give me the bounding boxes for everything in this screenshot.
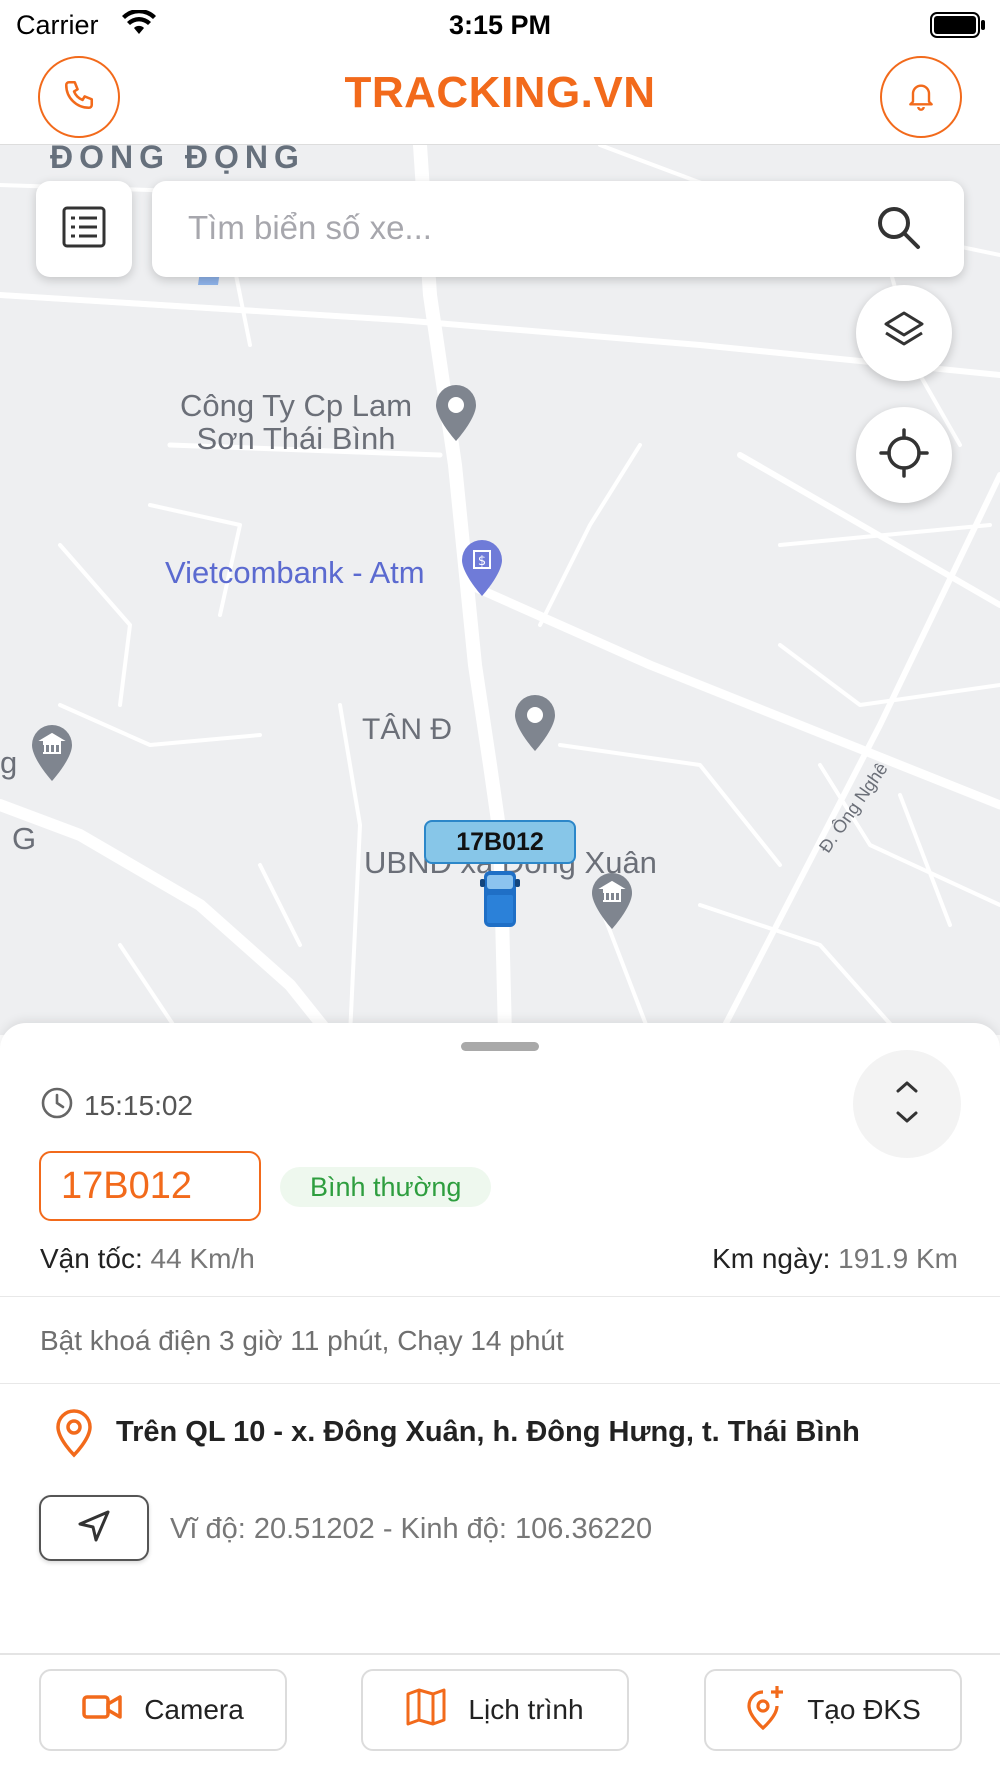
ignition-status: Bật khoá điện 3 giờ 11 phút, Chạy 14 phú…	[40, 1325, 564, 1356]
map-view[interactable]: ĐÔNG ĐỘNG LAM ĐIỀN TÂN Đ G g Công Ty Cp …	[0, 145, 1000, 1035]
truck-icon[interactable]	[478, 867, 522, 936]
camera-label: Camera	[144, 1694, 244, 1725]
km-label: Km ngày:	[712, 1243, 831, 1274]
my-location-button[interactable]	[856, 407, 952, 503]
bell-icon	[905, 78, 937, 117]
map-pin-icon[interactable]	[515, 695, 555, 756]
location-pin-icon	[54, 1408, 94, 1463]
search-icon[interactable]	[874, 203, 924, 258]
government-pin-icon[interactable]	[32, 725, 72, 786]
schedule-label: Lịch trình	[468, 1694, 584, 1725]
vehicle-detail-sheet: 15:15:02 17B012 Bình thường Vận tốc: 44 …	[0, 1023, 1000, 1653]
camera-button[interactable]: Camera	[39, 1669, 287, 1751]
map-area-label: g	[0, 745, 18, 780]
schedule-button[interactable]: Lịch trình	[361, 1669, 629, 1751]
vehicle-address: Trên QL 10 - x. Đông Xuân, h. Đông Hưng,…	[116, 1416, 860, 1448]
create-button[interactable]: Tạo ĐKS	[704, 1669, 962, 1751]
navigate-button[interactable]	[39, 1495, 149, 1561]
list-icon	[62, 206, 106, 253]
speed-info: Vận tốc: 44 Km/h	[40, 1243, 255, 1275]
navigation-arrow-icon	[76, 1508, 112, 1549]
map-icon	[406, 1688, 446, 1733]
app-title: TRACKING.VN	[344, 68, 656, 117]
add-location-icon	[745, 1684, 785, 1737]
map-area-label: TÂN Đ	[362, 713, 452, 746]
vehicle-marker-label[interactable]: 17B012	[424, 820, 576, 864]
divider	[0, 1383, 1000, 1384]
divider	[0, 1296, 1000, 1297]
clock-time: 3:15 PM	[448, 10, 552, 40]
status-badge: Bình thường	[280, 1167, 492, 1207]
clock-icon	[40, 1086, 74, 1125]
battery-icon	[930, 12, 986, 43]
speed-value: 44 Km/h	[150, 1243, 255, 1274]
video-camera-icon	[82, 1693, 122, 1728]
map-layers-button[interactable]	[856, 285, 952, 381]
create-label: Tạo ĐKS	[807, 1694, 921, 1725]
search-input[interactable]	[188, 203, 828, 253]
layers-icon	[882, 309, 926, 358]
expand-chevrons-icon	[894, 1079, 920, 1130]
map-pin-icon[interactable]	[436, 385, 476, 446]
government-pin-icon[interactable]	[592, 873, 632, 934]
svg-text:$: $	[478, 554, 486, 569]
notification-button[interactable]	[880, 56, 962, 138]
map-area-label: G	[12, 821, 37, 856]
expand-sheet-button[interactable]	[853, 1050, 961, 1158]
speed-label: Vận tốc:	[40, 1243, 143, 1274]
km-value: 191.9 Km	[838, 1243, 958, 1274]
update-time: 15:15:02	[84, 1089, 193, 1121]
crosshair-icon	[879, 427, 929, 483]
status-bar: Carrier 3:15 PM	[0, 0, 1000, 48]
poi-bank-label: Vietcombank - Atm	[165, 555, 425, 590]
poi-company-label: Công Ty Cp Lam Sơn Thái Bình	[180, 388, 413, 456]
search-bar	[152, 181, 964, 277]
coordinates: Vĩ độ: 20.51202 - Kinh độ: 106.36220	[170, 1513, 653, 1545]
address-row: Trên QL 10 - x. Đông Xuân, h. Đông Hưng,…	[54, 1408, 860, 1463]
sheet-grabber[interactable]	[461, 1042, 539, 1051]
app-header: TRACKING.VN	[0, 48, 1000, 145]
update-time-row: 15:15:02	[40, 1086, 193, 1125]
vehicle-list-button[interactable]	[36, 181, 132, 277]
license-plate: 17B012	[39, 1151, 261, 1221]
map-area-label: ĐÔNG ĐỘNG	[50, 145, 305, 175]
bank-pin-icon[interactable]: $	[462, 540, 502, 601]
daily-km-info: Km ngày: 191.9 Km	[712, 1243, 958, 1275]
bottom-action-bar: Camera Lịch trình Tạo ĐKS	[0, 1653, 1000, 1778]
